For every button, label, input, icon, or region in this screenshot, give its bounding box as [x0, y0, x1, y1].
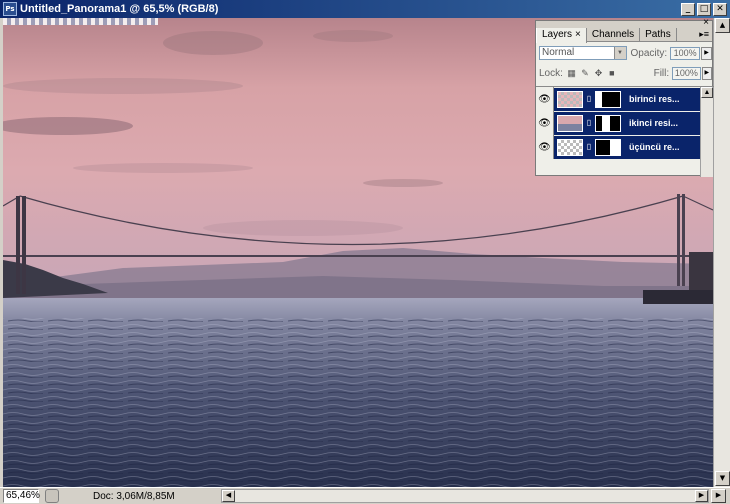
eye-icon[interactable]: 👁: [536, 135, 554, 159]
chain-link-icon[interactable]: ▯: [585, 117, 593, 129]
scroll-down-icon[interactable]: ▼: [715, 471, 730, 486]
layers-panel: × Layers × Channels Paths ▸≡ Normal ▼ Opa…: [535, 18, 714, 177]
panel-close-icon[interactable]: ×: [703, 18, 709, 28]
window-title: Untitled_Panorama1 @ 65,5% (RGB/8): [20, 3, 219, 15]
lock-transparency-icon[interactable]: ▦: [567, 68, 576, 78]
scroll-right-corner-icon[interactable]: ▶: [711, 489, 726, 503]
minimize-button[interactable]: _: [681, 2, 695, 16]
blend-mode-value: Normal: [542, 47, 575, 58]
chevron-down-icon[interactable]: ▼: [613, 47, 626, 59]
layer-row[interactable]: 👁 ▯ üçüncü re...: [536, 135, 700, 159]
opacity-label: Opacity:: [630, 47, 668, 59]
tab-layers[interactable]: Layers ×: [536, 28, 587, 43]
tab-paths[interactable]: Paths: [640, 28, 677, 41]
layer-row[interactable]: 👁 ▯ ikinci resi...: [536, 111, 700, 135]
tab-layers-label: Layers: [542, 29, 573, 40]
layer-thumbnail: [557, 90, 583, 108]
layer-name: ikinci resi...: [629, 118, 679, 128]
blend-mode-select[interactable]: Normal ▼: [539, 46, 627, 60]
layer-mask-thumbnail[interactable]: [595, 90, 621, 108]
maximize-button[interactable]: □: [697, 2, 711, 16]
panel-menu-icon[interactable]: ▸≡: [699, 29, 709, 40]
photoshop-app-icon: Ps: [3, 2, 17, 16]
eye-icon[interactable]: 👁: [536, 87, 554, 111]
scroll-left-icon[interactable]: ◀: [222, 490, 235, 502]
document-size-info: Doc: 3,06M/8,85M: [93, 490, 175, 502]
panel-grip[interactable]: ×: [536, 18, 712, 28]
layer-thumbnail: [557, 138, 583, 156]
fill-label: Fill:: [653, 67, 670, 79]
lock-all-icon[interactable]: ■: [607, 68, 616, 78]
scroll-right-icon[interactable]: ▶: [695, 490, 708, 502]
status-info-icon[interactable]: [45, 489, 59, 503]
layer-name: birinci res...: [629, 94, 680, 104]
lock-label: Lock:: [539, 67, 563, 79]
chain-link-icon[interactable]: ▯: [585, 93, 593, 105]
layers-scroll-up-icon[interactable]: ▲: [701, 87, 713, 98]
layer-name: üçüncü re...: [629, 142, 680, 152]
zoom-level-input[interactable]: 65,46%: [3, 489, 40, 503]
tab-close-icon[interactable]: ×: [575, 29, 581, 40]
scroll-up-icon[interactable]: ▲: [715, 18, 730, 33]
window-title-bar[interactable]: Ps Untitled_Panorama1 @ 65,5% (RGB/8) _ …: [0, 0, 730, 18]
lock-move-icon[interactable]: ✥: [594, 68, 603, 78]
layer-thumbnail: [557, 114, 583, 132]
layers-scrollbar[interactable]: ▲: [700, 87, 713, 177]
tab-channels[interactable]: Channels: [587, 28, 641, 41]
layer-mask-thumbnail[interactable]: [595, 114, 621, 132]
layer-mask-thumbnail[interactable]: [595, 138, 621, 156]
close-button[interactable]: ✕: [713, 2, 727, 16]
layer-row[interactable]: 👁 ▯ birinci res...: [536, 87, 700, 111]
status-bar: 65,46% Doc: 3,06M/8,85M ▶ ◀ ▶ ▶: [0, 487, 730, 504]
fill-input[interactable]: 100%: [672, 66, 701, 80]
panel-tabs: Layers × Channels Paths ▸≡: [536, 28, 712, 43]
fill-slider-arrow-icon[interactable]: ▶: [701, 66, 713, 80]
horizontal-scrollbar[interactable]: ◀ ▶: [221, 489, 709, 503]
layers-list: 👁 ▯ birinci res... 👁 ▯ ikinci resi... 👁 …: [536, 86, 714, 177]
eye-icon[interactable]: 👁: [536, 111, 554, 135]
vertical-scrollbar[interactable]: ▲ ▼: [713, 18, 730, 487]
chain-link-icon[interactable]: ▯: [585, 141, 593, 153]
lock-brush-icon[interactable]: ✎: [580, 68, 589, 78]
opacity-input[interactable]: 100%: [670, 46, 701, 60]
selection-marquee: [3, 18, 158, 25]
opacity-slider-arrow-icon[interactable]: ▶: [701, 46, 712, 60]
